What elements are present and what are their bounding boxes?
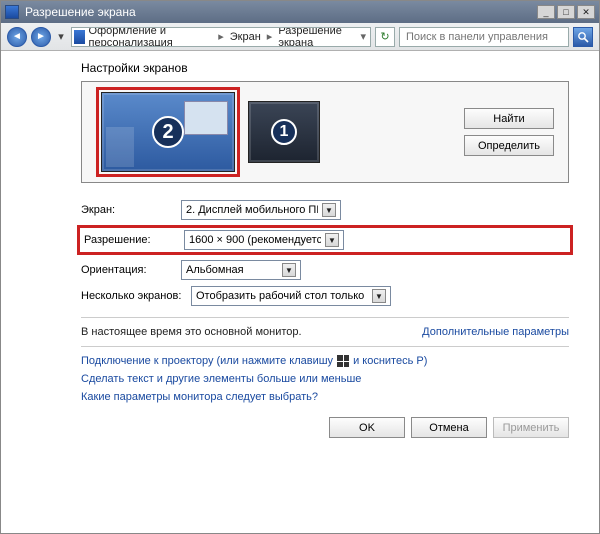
row-multi: Несколько экранов: Отобразить рабочий ст… <box>81 283 569 309</box>
chevron-down-icon: ▼ <box>322 203 336 217</box>
row-resolution: Разрешение: 1600 × 900 (рекомендуется) ▼ <box>77 225 573 255</box>
monitor-2[interactable]: 2 <box>101 92 235 172</box>
display-value: 2. Дисплей мобильного ПК <box>186 204 318 216</box>
chevron-down-icon: ▼ <box>372 289 386 303</box>
address-bar[interactable]: Оформление и персонализация ▸ Экран ▸ Ра… <box>71 27 371 47</box>
orientation-select[interactable]: Альбомная ▼ <box>181 260 301 280</box>
resolution-value: 1600 × 900 (рекомендуется) <box>189 234 321 246</box>
breadcrumb-l2[interactable]: Экран <box>230 31 261 43</box>
monitor-1-number: 1 <box>271 119 297 145</box>
find-button[interactable]: Найти <box>464 108 554 129</box>
advanced-link[interactable]: Дополнительные параметры <box>422 326 569 338</box>
orientation-value: Альбомная <box>186 264 278 276</box>
close-button[interactable]: ✕ <box>577 5 595 19</box>
divider <box>81 317 569 318</box>
row-orientation: Ориентация: Альбомная ▼ <box>81 257 569 283</box>
windows-key-icon <box>337 355 349 367</box>
text-size-link[interactable]: Сделать текст и другие элементы больше и… <box>81 373 569 385</box>
back-button[interactable]: ◄ <box>7 27 27 47</box>
orientation-label: Ориентация: <box>81 264 181 276</box>
chevron-right-icon: ▸ <box>265 30 275 43</box>
projector-link[interactable]: Подключение к проектору (или нажмите кла… <box>81 355 569 367</box>
app-icon <box>5 5 19 19</box>
dialog-buttons: OK Отмена Применить <box>81 417 569 438</box>
projector-tail: и коснитесь P) <box>353 355 427 367</box>
display-label: Экран: <box>81 204 181 216</box>
which-params-link[interactable]: Какие параметры монитора следует выбрать… <box>81 391 569 403</box>
chevron-down-icon: ▼ <box>325 233 339 247</box>
ok-button[interactable]: OK <box>329 417 405 438</box>
search-input[interactable] <box>404 30 564 44</box>
chevron-down-icon: ▼ <box>282 263 296 277</box>
multi-label: Несколько экранов: <box>81 290 191 302</box>
cancel-button[interactable]: Отмена <box>411 417 487 438</box>
refresh-button[interactable]: ↻ <box>375 27 395 47</box>
content-area: Настройки экранов 2 1 Найти Определить <box>1 51 599 533</box>
multi-select[interactable]: Отобразить рабочий стол только на 2 ▼ <box>191 286 391 306</box>
main-monitor-note: В настоящее время это основной монитор. <box>81 326 302 338</box>
breadcrumb-l3[interactable]: Разрешение экрана <box>278 27 354 47</box>
detect-button[interactable]: Определить <box>464 135 554 156</box>
window-title: Разрешение экрана <box>25 5 136 19</box>
multi-value: Отобразить рабочий стол только на 2 <box>196 290 368 302</box>
divider <box>81 346 569 347</box>
search-box[interactable] <box>399 27 569 47</box>
chevron-right-icon: ▸ <box>216 30 226 43</box>
monitor-preview: 2 1 Найти Определить <box>81 81 569 183</box>
address-dropdown-icon[interactable]: ▾ <box>358 30 368 43</box>
forward-button[interactable]: ► <box>31 27 51 47</box>
navbar: ◄ ► ▾ Оформление и персонализация ▸ Экра… <box>1 23 599 51</box>
history-dropdown[interactable]: ▾ <box>55 28 67 46</box>
projector-text: Подключение к проектору (или нажмите кла… <box>81 355 333 367</box>
search-button[interactable] <box>573 27 593 47</box>
display-select[interactable]: 2. Дисплей мобильного ПК ▼ <box>181 200 341 220</box>
search-icon <box>577 31 589 43</box>
page-heading: Настройки экранов <box>81 61 569 75</box>
monitor-2-number: 2 <box>152 116 184 148</box>
titlebar: Разрешение экрана _ □ ✕ <box>1 1 599 23</box>
display-icon <box>74 30 85 44</box>
apply-button: Применить <box>493 417 569 438</box>
row-display: Экран: 2. Дисплей мобильного ПК ▼ <box>81 197 569 223</box>
resolution-select[interactable]: 1600 × 900 (рекомендуется) ▼ <box>184 230 344 250</box>
resolution-label: Разрешение: <box>84 234 184 246</box>
breadcrumb-l1[interactable]: Оформление и персонализация <box>89 27 213 47</box>
minimize-button[interactable]: _ <box>537 5 555 19</box>
highlight-box: 2 <box>96 87 240 177</box>
maximize-button[interactable]: □ <box>557 5 575 19</box>
monitor-1[interactable]: 1 <box>248 101 320 163</box>
